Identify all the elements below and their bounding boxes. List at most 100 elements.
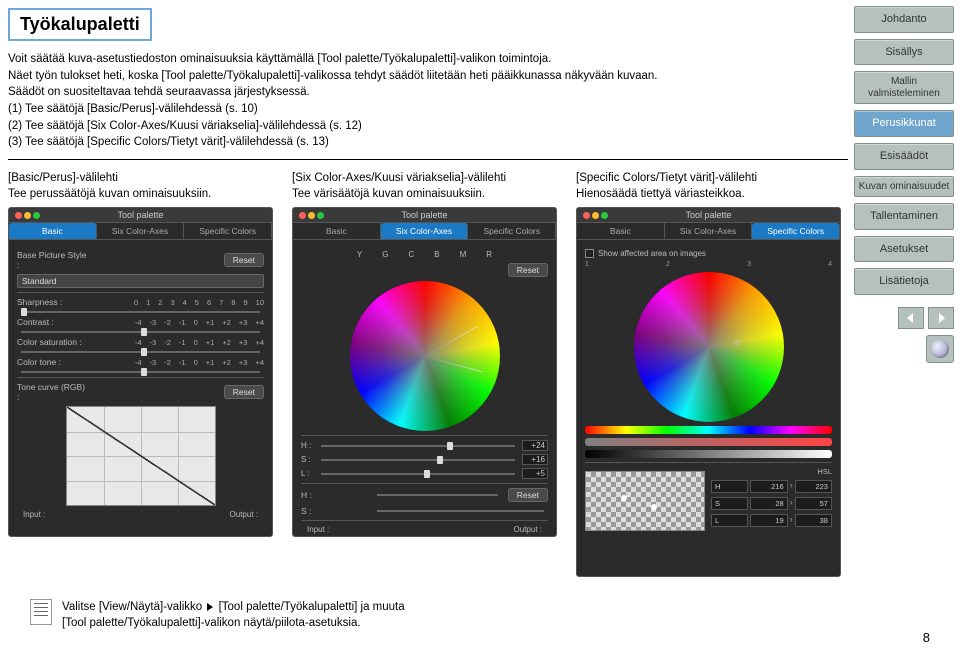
nav-perusikkunat[interactable]: Perusikkunat	[854, 110, 954, 137]
nav-esisaadot[interactable]: Esisäädöt	[854, 143, 954, 170]
back-button[interactable]	[926, 335, 954, 363]
slider-contrast[interactable]	[21, 331, 260, 333]
slider-h[interactable]	[321, 445, 515, 447]
select-base-picture-style[interactable]: Standard	[17, 274, 264, 288]
note-line: [Tool palette/Työkalupaletti]-valikon nä…	[62, 617, 361, 629]
column-basic: [Basic/Perus]-välilehti Tee perussäätöjä…	[8, 170, 280, 577]
tab-specific[interactable]: Specific Colors	[468, 223, 556, 239]
note-line: [Tool palette/Työkalupaletti] ja muuta	[219, 601, 405, 613]
tab-basic[interactable]: Basic	[9, 223, 97, 239]
palette-basic: Tool palette Basic Six Color-Axes Specif…	[8, 207, 273, 537]
label-input: Input :	[307, 525, 329, 534]
nav-lisatietoja[interactable]: Lisätietoja	[854, 268, 954, 295]
divider	[8, 159, 848, 160]
triangle-icon	[207, 603, 213, 611]
reset-button[interactable]: Reset	[508, 263, 548, 277]
reset-button[interactable]: Reset	[224, 253, 264, 267]
label-color-saturation: Color saturation :	[17, 337, 89, 347]
slider-hue-spectrum[interactable]	[585, 426, 832, 434]
note-icon	[30, 599, 52, 625]
slider-l[interactable]	[321, 473, 515, 475]
col-sub: Hienosäädä tiettyä väriasteikkoa.	[576, 186, 848, 202]
label-tone-curve: Tone curve (RGB) :	[17, 382, 89, 402]
label-input: Input :	[23, 510, 45, 519]
palette-window-title: Tool palette	[685, 210, 731, 220]
intro-line: Voit säätää kuva-asetustiedoston ominais…	[8, 51, 848, 68]
tab-six[interactable]: Six Color-Axes	[665, 223, 753, 239]
tab-basic[interactable]: Basic	[577, 223, 665, 239]
tone-curve-editor[interactable]	[66, 406, 216, 506]
intro-line: (1) Tee säätöjä [Basic/Perus]-välilehdes…	[8, 101, 848, 118]
slider-saturation-spectrum[interactable]	[585, 438, 832, 446]
column-specific-colors: [Specific Colors/Tietyt värit]-välilehti…	[576, 170, 848, 577]
label-sharpness: Sharpness :	[17, 297, 89, 307]
nav-johdanto[interactable]: Johdanto	[854, 6, 954, 33]
label-l: L :	[301, 469, 317, 478]
palette-window-title: Tool palette	[401, 210, 447, 220]
palette-six: Tool palette Basic Six Color-Axes Specif…	[292, 207, 557, 537]
intro-line: Näet työn tulokset heti, koska [Tool pal…	[8, 68, 848, 85]
nav-mallin[interactable]: Mallin valmisteleminen	[854, 71, 954, 104]
color-wheel[interactable]	[350, 281, 500, 431]
sidebar-nav: Johdanto Sisällys Mallin valmisteleminen…	[854, 6, 954, 363]
label-h: H :	[301, 441, 317, 450]
value-s: +16	[522, 454, 548, 465]
color-wheel-specific[interactable]	[634, 272, 784, 422]
page-title: Työkalupaletti	[8, 8, 152, 41]
footer-note: Valitse [View/Näytä]-valikko [Tool palet…	[30, 599, 730, 631]
reset-button[interactable]: Reset	[224, 385, 264, 399]
label-contrast: Contrast :	[17, 317, 89, 327]
intro-line: Säädöt on suositeltavaa tehdä seuraavass…	[8, 84, 848, 101]
label-output: Output :	[514, 525, 542, 534]
intro-line: (3) Tee säätöjä [Specific Colors/Tietyt …	[8, 134, 848, 151]
tab-specific[interactable]: Specific Colors	[752, 223, 840, 239]
label-s: S :	[301, 455, 317, 464]
note-line: Valitse [View/Näytä]-valikko	[62, 601, 202, 613]
window-dots	[299, 211, 326, 221]
col-heading: [Basic/Perus]-välilehti	[8, 170, 280, 186]
checkbox-show-affected[interactable]	[585, 249, 594, 258]
label-h2: H :	[301, 490, 373, 500]
slider-sharpness[interactable]	[21, 311, 260, 313]
nav-sisallys[interactable]: Sisällys	[854, 39, 954, 66]
value-h: +24	[522, 440, 548, 451]
nav-tallentaminen[interactable]: Tallentaminen	[854, 203, 954, 230]
label-base-picture-style: Base Picture Style :	[17, 250, 89, 270]
slider-color-tone[interactable]	[21, 371, 260, 373]
tab-six[interactable]: Six Color-Axes	[97, 223, 185, 239]
col-heading: [Six Color-Axes/Kuusi väriakselia]-välil…	[292, 170, 564, 186]
preview-before-after[interactable]	[585, 471, 705, 531]
reset-button[interactable]: Reset	[508, 488, 548, 502]
intro-block: Voit säätää kuva-asetustiedoston ominais…	[8, 51, 848, 151]
tab-specific[interactable]: Specific Colors	[184, 223, 272, 239]
palette-specific: Tool palette Basic Six Color-Axes Specif…	[576, 207, 841, 577]
next-page-button[interactable]	[928, 307, 954, 329]
palette-tabs: Basic Six Color-Axes Specific Colors	[9, 223, 272, 240]
value-l: +5	[522, 468, 548, 479]
column-six-color-axes: [Six Color-Axes/Kuusi väriakselia]-välil…	[292, 170, 564, 577]
window-dots	[15, 211, 42, 221]
nav-kuvan[interactable]: Kuvan ominaisuudet	[854, 176, 954, 198]
nav-asetukset[interactable]: Asetukset	[854, 236, 954, 263]
slider-s[interactable]	[321, 459, 515, 461]
slider-s2[interactable]	[377, 510, 544, 512]
label-color-tone: Color tone :	[17, 357, 89, 367]
slider-luminance-spectrum[interactable]	[585, 450, 832, 458]
slider-color-saturation[interactable]	[21, 351, 260, 353]
col-sub: Tee perussäätöjä kuvan ominaisuuksiin.	[8, 186, 280, 202]
col-heading: [Specific Colors/Tietyt värit]-välilehti	[576, 170, 848, 186]
page-number: 8	[923, 630, 930, 645]
hsl-header: HSL	[711, 467, 832, 476]
palette-tabs: Basic Six Color-Axes Specific Colors	[293, 223, 556, 240]
palette-tabs: Basic Six Color-Axes Specific Colors	[577, 223, 840, 240]
tab-six[interactable]: Six Color-Axes	[381, 223, 469, 239]
prev-page-button[interactable]	[898, 307, 924, 329]
globe-icon	[931, 340, 949, 358]
palette-window-title: Tool palette	[117, 210, 163, 220]
label-s2: S :	[301, 506, 373, 516]
tab-basic[interactable]: Basic	[293, 223, 381, 239]
window-dots	[583, 211, 610, 221]
label-show-affected: Show affected area on images	[598, 249, 706, 258]
slider-h2[interactable]	[377, 494, 498, 496]
label-output: Output :	[230, 510, 258, 519]
